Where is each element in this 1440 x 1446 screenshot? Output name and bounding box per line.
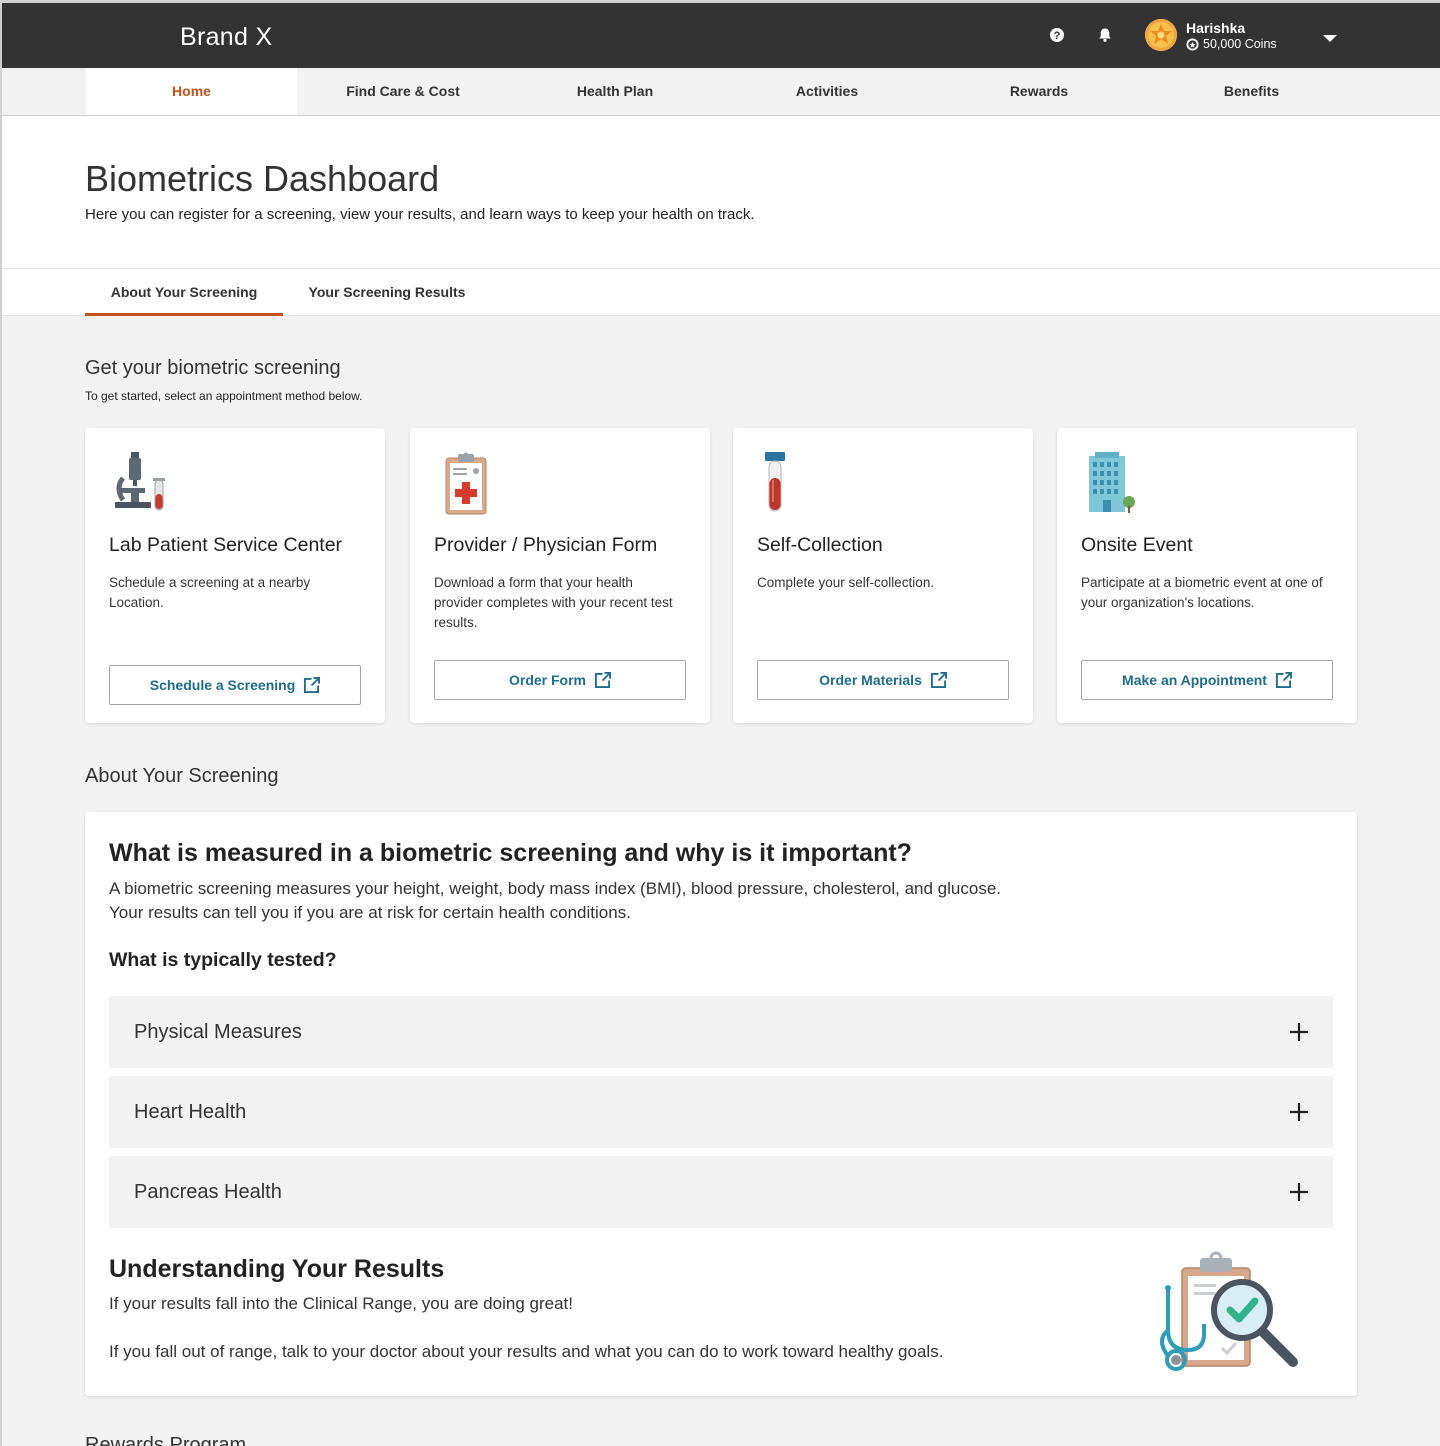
sub-tabs: About Your Screening Your Screening Resu…	[2, 268, 1440, 316]
page-subtitle: Here you can register for a screening, v…	[85, 206, 755, 223]
plus-icon[interactable]	[1289, 1022, 1309, 1042]
about-heading: What is measured in a biometric screenin…	[109, 839, 912, 867]
tab-about-your-screening[interactable]: About Your Screening	[85, 269, 283, 316]
card-description: Schedule a screening at a nearby Locatio…	[109, 575, 311, 610]
coin-balance: 50,000 Coins	[1186, 37, 1277, 51]
button-label: Order Materials	[819, 672, 922, 688]
external-link-icon	[594, 671, 611, 688]
card-title: Provider / Physician Form	[434, 534, 658, 556]
nav-item-health-plan[interactable]: Health Plan	[509, 68, 721, 115]
avatar[interactable]	[1145, 19, 1177, 51]
button-label: Order Form	[508, 672, 586, 688]
external-link-icon	[930, 671, 947, 688]
card-provider-physician-form: Provider / Physician Form Download a for…	[410, 428, 710, 723]
card-description: Download a form that your health provide…	[434, 575, 673, 630]
accordion-heart-health[interactable]: Heart Health	[109, 1076, 1333, 1148]
accordion-label: Physical Measures	[134, 1021, 302, 1043]
about-paragraph: A biometric screening measures your heig…	[109, 879, 1002, 922]
main-nav: Home Find Care & Cost Health Plan Activi…	[2, 68, 1440, 116]
page-header: Biometrics Dashboard Here you can regist…	[2, 116, 1440, 268]
nav-item-rewards[interactable]: Rewards	[933, 68, 1145, 115]
page-title: Biometrics Dashboard	[85, 158, 440, 199]
external-link-icon	[1275, 671, 1292, 688]
external-link-icon	[304, 676, 321, 693]
top-bar: Brand X ? Harishka 50,000 Coins	[2, 3, 1440, 68]
brand-logo[interactable]: Brand X	[180, 23, 272, 52]
tested-heading: What is typically tested?	[109, 949, 337, 971]
card-description: Complete your self-collection.	[757, 575, 935, 590]
order-materials-button[interactable]: Order Materials	[757, 660, 1009, 700]
accordion-label: Pancreas Health	[134, 1181, 282, 1203]
clipboard-form-icon	[445, 452, 487, 515]
accordion-physical-measures[interactable]: Physical Measures	[109, 996, 1333, 1068]
about-panel: What is measured in a biometric screenin…	[85, 812, 1357, 1396]
plus-icon[interactable]	[1289, 1182, 1309, 1202]
about-section-title: About Your Screening	[85, 765, 279, 787]
card-self-collection: Self-Collection Complete your self-colle…	[733, 428, 1033, 723]
card-description: Participate at a biometric event at one …	[1081, 575, 1323, 610]
coin-icon	[1186, 37, 1199, 51]
card-title: Self-Collection	[757, 534, 883, 556]
schedule-screening-button[interactable]: Schedule a Screening	[109, 665, 361, 705]
get-screening-subtitle: To get started, select an appointment me…	[85, 389, 363, 403]
understanding-results-p2: If you fall out of range, talk to your d…	[109, 1342, 944, 1361]
get-screening-title: Get your biometric screening	[85, 357, 341, 379]
nav-item-activities[interactable]: Activities	[721, 68, 933, 115]
rewards-program-title: Rewards Program	[85, 1434, 247, 1446]
card-title: Onsite Event	[1081, 534, 1193, 556]
nav-item-benefits[interactable]: Benefits	[1145, 68, 1358, 115]
bell-icon[interactable]	[1097, 27, 1113, 43]
nav-item-home[interactable]: Home	[86, 68, 297, 115]
make-appointment-button[interactable]: Make an Appointment	[1081, 660, 1333, 700]
understanding-results-p1: If your results fall into the Clinical R…	[109, 1294, 573, 1313]
card-lab-patient-service-center: Lab Patient Service Center Schedule a sc…	[85, 428, 385, 723]
understanding-results-title: Understanding Your Results	[109, 1255, 445, 1283]
user-name: Harishka	[1186, 20, 1246, 36]
card-onsite-event: Onsite Event Participate at a biometric …	[1057, 428, 1357, 723]
accordion-label: Heart Health	[134, 1101, 247, 1123]
card-title: Lab Patient Service Center	[109, 534, 343, 556]
help-icon[interactable]: ?	[1049, 27, 1065, 43]
building-icon	[1089, 452, 1135, 513]
accordion-pancreas-health[interactable]: Pancreas Health	[109, 1156, 1333, 1228]
nav-item-find-care-cost[interactable]: Find Care & Cost	[297, 68, 509, 115]
user-menu-chevron-down-icon[interactable]	[1323, 35, 1337, 42]
order-form-button[interactable]: Order Form	[434, 660, 686, 700]
plus-icon[interactable]	[1289, 1102, 1309, 1122]
clipboard-stethoscope-magnifier-icon	[1160, 1251, 1298, 1371]
tab-your-screening-results[interactable]: Your Screening Results	[292, 269, 482, 316]
button-label: Make an Appointment	[1122, 672, 1267, 688]
test-tube-icon	[765, 452, 785, 512]
button-label: Schedule a Screening	[149, 677, 296, 693]
coin-balance-text: 50,000 Coins	[1203, 37, 1277, 51]
microscope-icon	[115, 452, 165, 511]
svg-text:?: ?	[1054, 30, 1061, 42]
